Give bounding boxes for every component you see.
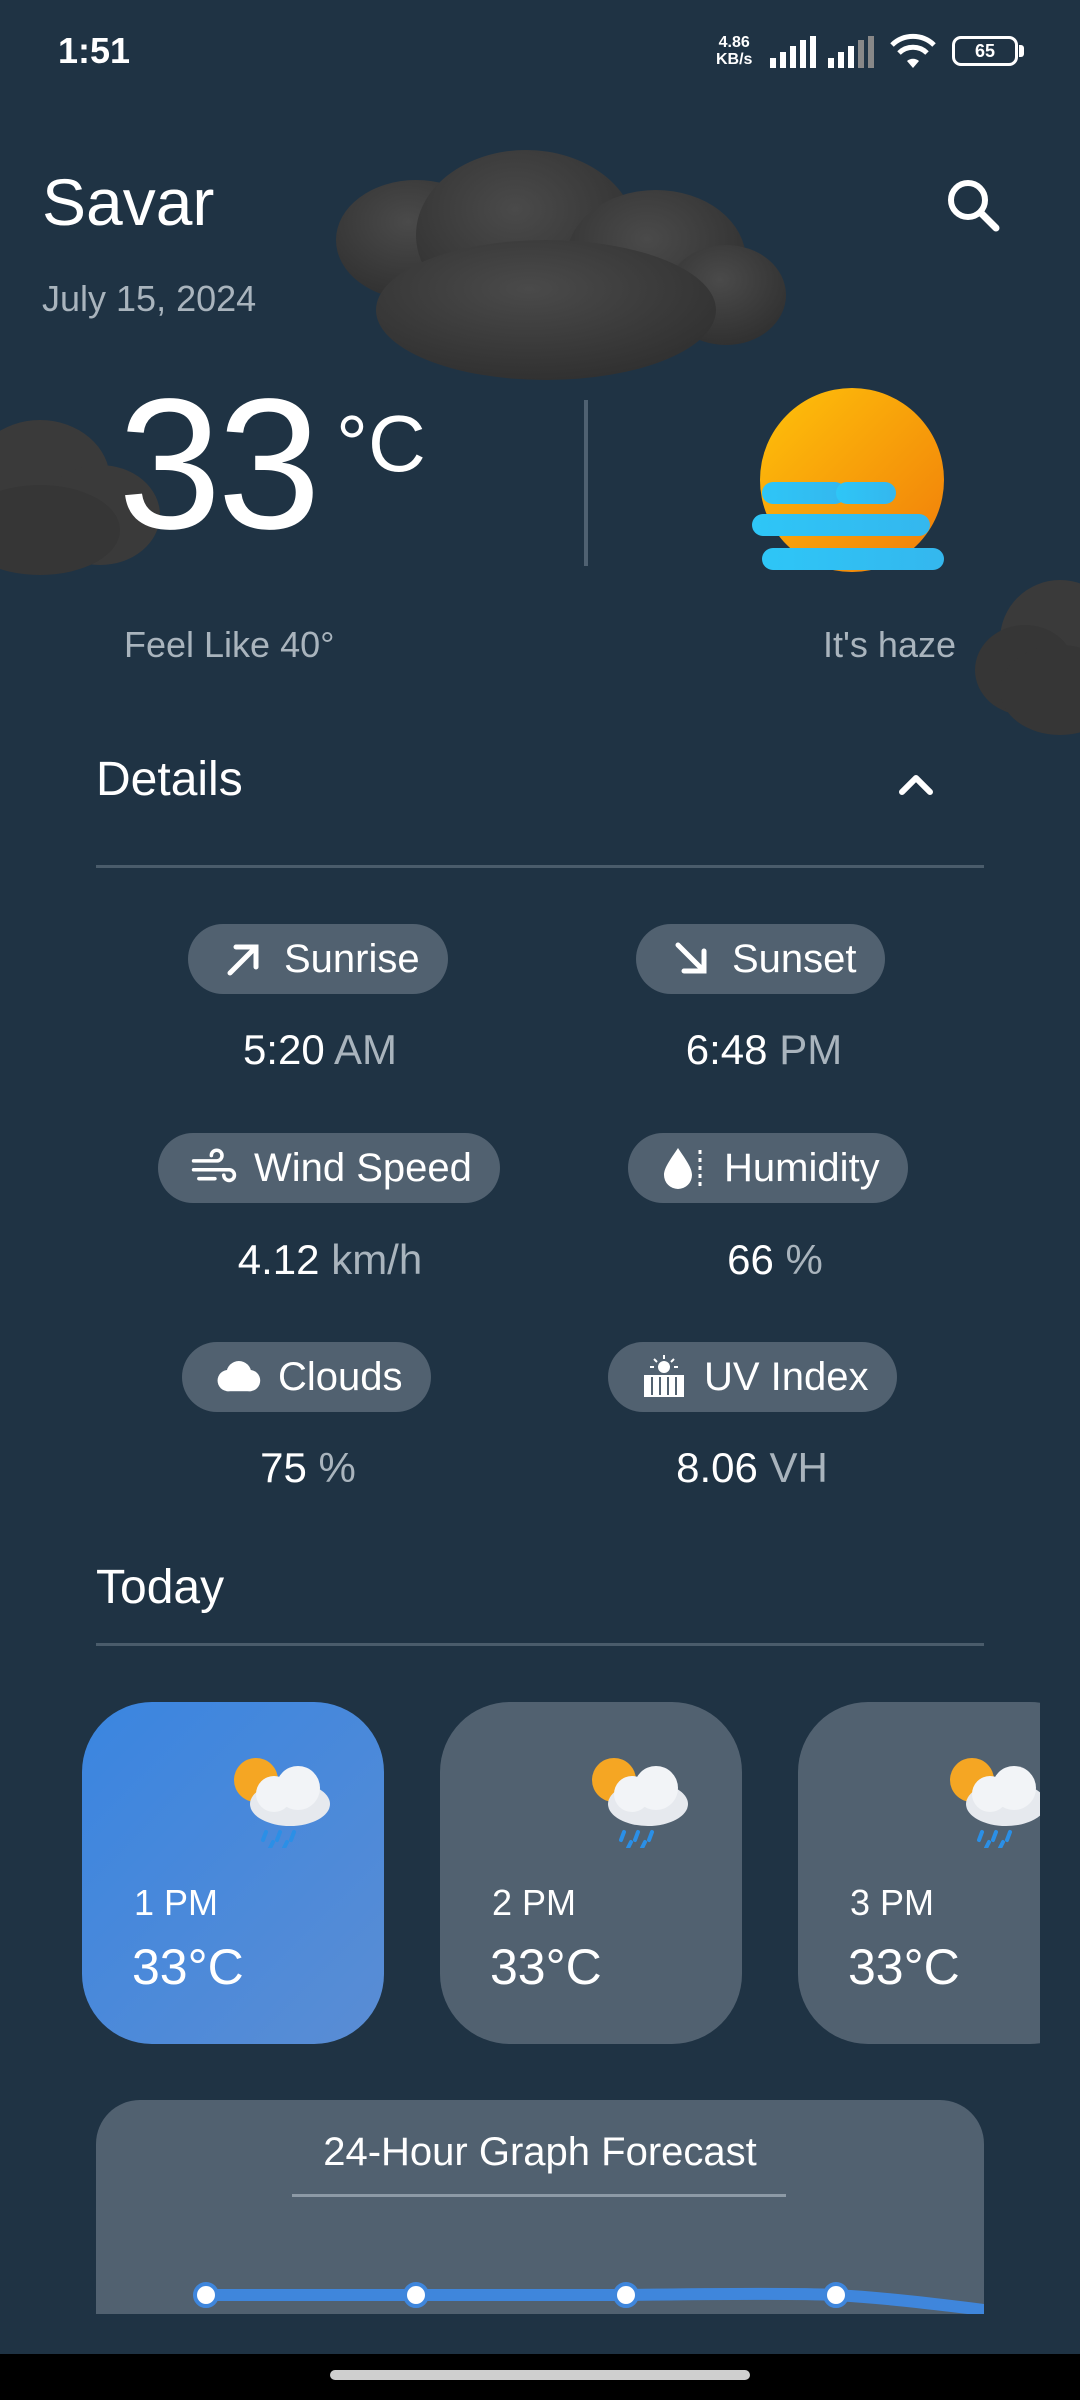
feels-like: Feel Like 40° bbox=[124, 624, 335, 665]
search-icon bbox=[948, 180, 1000, 232]
chevron-up-icon bbox=[899, 775, 933, 795]
hour-time: 3 PM bbox=[850, 1882, 935, 1923]
arrow-down-right-icon bbox=[668, 935, 716, 983]
status-bar: 1:51 4.86 KB/s 65 bbox=[0, 0, 1080, 100]
temperature-graph bbox=[193, 2282, 984, 2314]
humidity-icon bbox=[660, 1144, 708, 1192]
home-indicator[interactable] bbox=[330, 2370, 750, 2380]
hour-time: 1 PM bbox=[134, 1882, 219, 1923]
hour-card[interactable]: 3 PM 33°C bbox=[798, 1702, 1040, 2044]
cloud-decoration-icon bbox=[336, 150, 786, 380]
current-date: July 15, 2024 bbox=[42, 278, 257, 319]
search-button[interactable] bbox=[938, 170, 1008, 240]
signal-icon bbox=[770, 36, 816, 68]
signal-icon-2 bbox=[828, 36, 874, 68]
graph-point bbox=[403, 2282, 429, 2308]
clouds-label: Clouds bbox=[278, 1354, 403, 1399]
clouds-value: 75 % bbox=[260, 1444, 356, 1491]
uv-index-value: 8.06 VH bbox=[676, 1444, 828, 1491]
wifi-icon bbox=[890, 33, 936, 68]
hour-time: 2 PM bbox=[492, 1882, 577, 1923]
sun-cloud-rain-icon bbox=[950, 1758, 1040, 1848]
temperature-unit: °C bbox=[336, 399, 426, 488]
arrow-up-right-icon bbox=[220, 935, 268, 983]
wind-speed-label: Wind Speed bbox=[254, 1145, 472, 1190]
wind-speed-pill: Wind Speed bbox=[158, 1133, 500, 1203]
today-title: Today bbox=[96, 1561, 225, 1614]
graph-point bbox=[193, 2282, 219, 2308]
cloud-icon bbox=[214, 1353, 262, 1401]
details-divider bbox=[96, 865, 984, 868]
hour-card[interactable]: 2 PM 33°C bbox=[440, 1702, 742, 2044]
sunset-pill: Sunset bbox=[636, 924, 885, 994]
sunset-value: 6:48 PM bbox=[685, 1026, 843, 1073]
battery-level: 65 bbox=[974, 41, 996, 61]
hour-card[interactable]: 1 PM 33°C bbox=[82, 1702, 384, 2044]
battery-icon: 65 bbox=[952, 36, 1018, 66]
haze-icon bbox=[752, 388, 944, 572]
wind-icon bbox=[190, 1144, 238, 1192]
uv-index-pill: UV Index bbox=[608, 1342, 897, 1412]
battery-cap bbox=[1019, 45, 1024, 57]
hour-temp: 33°C bbox=[848, 1939, 960, 1995]
humidity-value: 66 % bbox=[727, 1236, 823, 1283]
sunrise-value: 5:20 AM bbox=[242, 1026, 398, 1073]
city-name: Savar bbox=[42, 165, 215, 239]
graph-forecast-card: 24-Hour Graph Forecast bbox=[96, 2100, 984, 2314]
humidity-pill: Humidity bbox=[628, 1133, 908, 1203]
graph-point bbox=[823, 2282, 849, 2308]
sun-cloud-rain-icon bbox=[592, 1758, 688, 1848]
cloud-decoration-icon bbox=[975, 580, 1080, 735]
weather-condition: It's haze bbox=[823, 624, 956, 665]
status-time: 1:51 bbox=[58, 30, 131, 71]
clouds-pill: Clouds bbox=[182, 1342, 431, 1412]
current-temperature: 33 bbox=[118, 361, 321, 568]
hourly-forecast-list[interactable]: 1 PM 33°C 2 PM 33°C 3 PM 33°C bbox=[0, 1690, 1040, 2060]
graph-title-underline bbox=[292, 2194, 786, 2197]
sun-cloud-rain-icon bbox=[234, 1758, 330, 1848]
graph-point bbox=[613, 2282, 639, 2308]
vertical-divider bbox=[584, 400, 588, 566]
hour-temp: 33°C bbox=[490, 1939, 602, 1995]
uv-index-label: UV Index bbox=[704, 1354, 869, 1399]
wind-speed-value: 4.12 km/h bbox=[237, 1236, 423, 1283]
sunrise-label: Sunrise bbox=[284, 936, 420, 981]
sunset-label: Sunset bbox=[732, 936, 857, 981]
uv-index-icon bbox=[640, 1353, 688, 1401]
humidity-label: Humidity bbox=[724, 1145, 880, 1190]
collapse-details-button[interactable] bbox=[884, 752, 948, 816]
network-speed: 4.86 KB/s bbox=[716, 34, 753, 68]
details-title: Details bbox=[96, 753, 243, 806]
graph-title: 24-Hour Graph Forecast bbox=[323, 2130, 757, 2174]
sunrise-pill: Sunrise bbox=[188, 924, 448, 994]
today-divider bbox=[96, 1643, 984, 1646]
hour-temp: 33°C bbox=[132, 1939, 244, 1995]
